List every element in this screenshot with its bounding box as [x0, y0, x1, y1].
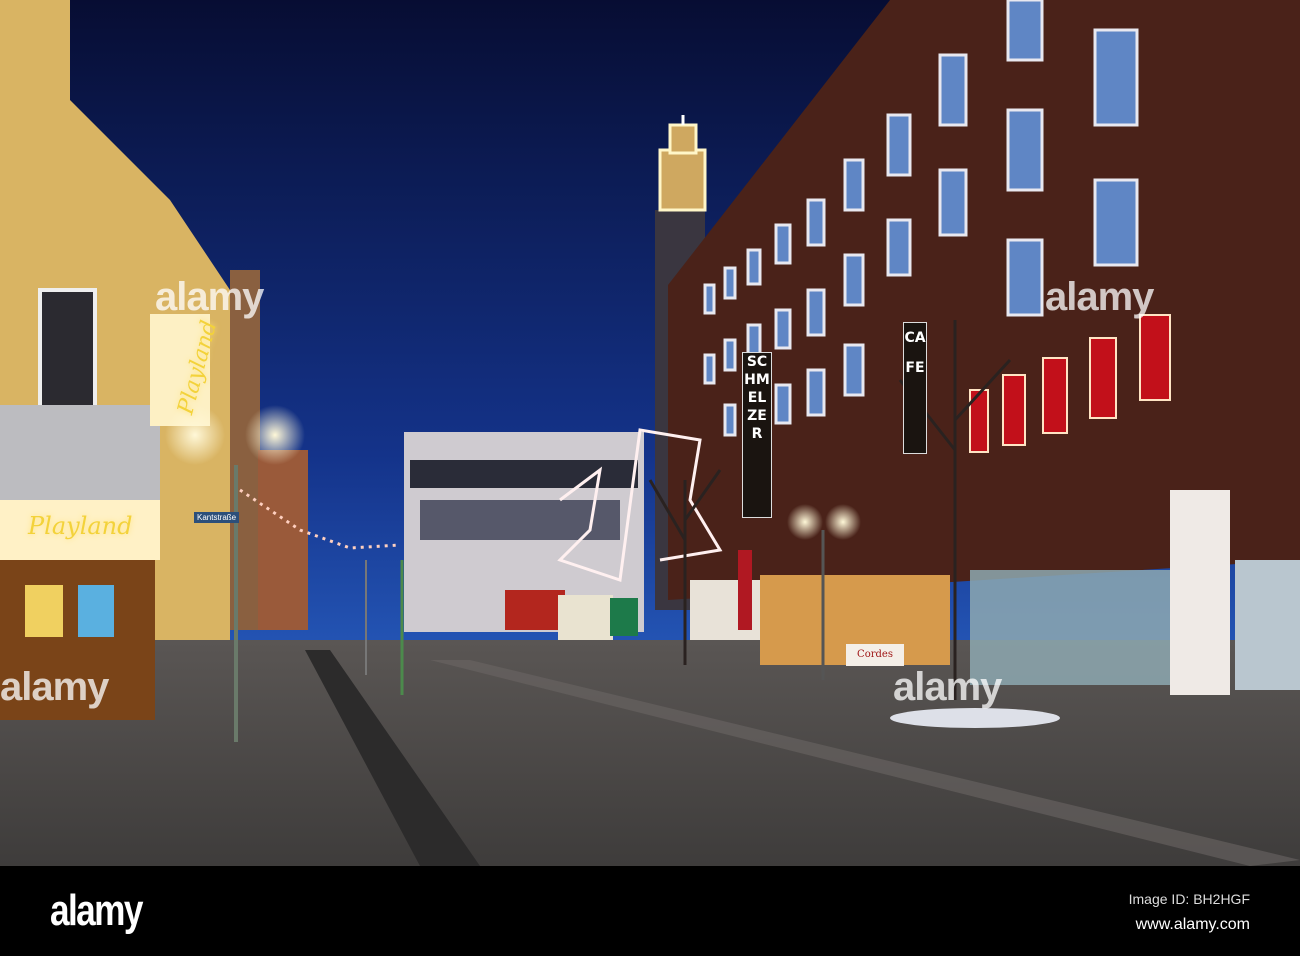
schmelzer-sign: SCHMELZER — [742, 352, 772, 518]
playland-sign-lower: Playland — [28, 512, 133, 540]
umbrella — [738, 550, 752, 630]
watermark: alamy — [0, 665, 109, 709]
cafe-sign: CAFE — [903, 322, 927, 454]
footer-bar: alamy Image ID: BH2HGF www.alamy.com — [0, 866, 1300, 956]
site-url[interactable]: www.alamy.com — [1136, 916, 1250, 934]
scene-drawing — [0, 0, 1300, 866]
watermark: alamy — [1045, 275, 1154, 319]
watermark: alamy — [893, 665, 1002, 709]
image-id: Image ID: BH2HGF — [1128, 891, 1250, 907]
street-night-photo: Playland Playland Kantstraße SCHMELZER C… — [0, 0, 1300, 866]
alamy-logo: alamy — [50, 886, 143, 935]
cordes-sign: Cordes — [846, 644, 904, 666]
watermark: alamy — [155, 275, 264, 319]
grey-facade — [0, 405, 160, 510]
street-sign: Kantstraße — [194, 512, 240, 523]
snow-patch — [890, 708, 1060, 728]
